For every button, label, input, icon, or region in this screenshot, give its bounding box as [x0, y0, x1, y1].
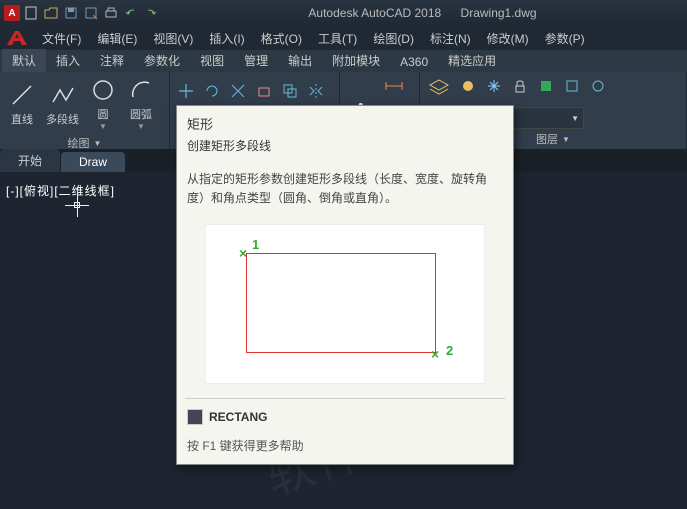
layer-iso-icon[interactable] [586, 74, 610, 98]
autocad-logo-icon[interactable] [4, 27, 34, 49]
filename: Drawing1.dwg [461, 6, 537, 20]
menu-insert[interactable]: 插入(I) [201, 27, 252, 50]
ribbon-tabs: 默认 插入 注释 参数化 视图 管理 输出 附加模块 A360 精选应用 [0, 50, 687, 72]
tab-insert[interactable]: 插入 [46, 49, 90, 72]
menu-dim[interactable]: 标注(N) [422, 27, 479, 50]
menu-modify[interactable]: 修改(M) [479, 27, 537, 50]
qat-new-icon[interactable] [22, 4, 40, 22]
qat-save-icon[interactable] [62, 4, 80, 22]
qat-redo-icon[interactable] [142, 4, 160, 22]
corner2-label: 2 [446, 343, 453, 358]
dimension-icon[interactable] [382, 74, 406, 98]
copy-icon[interactable] [278, 79, 302, 103]
layers-icon [425, 75, 453, 103]
separator [185, 398, 505, 399]
tool-polyline[interactable]: 多段线 [42, 79, 83, 129]
layer-match-icon[interactable] [534, 74, 558, 98]
tool-circle-label: 圆 [98, 106, 109, 122]
menu-draw[interactable]: 绘图(D) [365, 27, 422, 50]
layer-prev-icon[interactable] [560, 74, 584, 98]
app-name: Autodesk AutoCAD 2018 [308, 6, 441, 20]
menu-view[interactable]: 视图(V) [145, 27, 201, 50]
tab-annotate[interactable]: 注释 [90, 49, 134, 72]
command-name: RECTANG [209, 410, 267, 424]
rectangle-tooltip: 矩形 创建矩形多段线 从指定的矩形参数创建矩形多段线（长度、宽度、旋转角度）和角… [176, 105, 514, 465]
chevron-down-icon: ▼ [94, 139, 102, 148]
rotate-icon[interactable] [200, 79, 224, 103]
tool-circle[interactable]: 圆 ▼ [85, 74, 121, 133]
erase-icon[interactable] [252, 79, 276, 103]
tooltip-preview: × 1 × 2 [177, 214, 513, 394]
tab-drawing1[interactable]: Draw [61, 152, 125, 172]
tab-manage[interactable]: 管理 [234, 49, 278, 72]
chevron-down-icon: ▼ [137, 122, 145, 131]
draw-panel: 直线 多段线 圆 ▼ 圆弧 ▼ 绘图 ▼ [0, 72, 170, 149]
menu-param[interactable]: 参数(P) [537, 27, 593, 50]
menu-format[interactable]: 格式(O) [253, 27, 310, 50]
qat-undo-icon[interactable] [122, 4, 140, 22]
chevron-down-icon: ▼ [571, 114, 579, 123]
viewport-controls[interactable]: [-][俯视][二维线框] [6, 182, 115, 199]
tab-addins[interactable]: 附加模块 [322, 49, 390, 72]
trim-icon[interactable] [226, 79, 250, 103]
command-icon [187, 409, 203, 425]
layer-lock-icon[interactable] [508, 74, 532, 98]
chevron-down-icon: ▼ [562, 135, 570, 144]
tab-parametric[interactable]: 参数化 [134, 49, 190, 72]
tab-featured[interactable]: 精选应用 [438, 49, 506, 72]
tab-default[interactable]: 默认 [2, 49, 46, 72]
corner-marker-icon: × [431, 346, 439, 362]
tooltip-description: 从指定的矩形参数创建矩形多段线（长度、宽度、旋转角度）和角点类型（圆角、倒角或直… [177, 164, 513, 214]
qat-saveas-icon[interactable] [82, 4, 100, 22]
polyline-icon [49, 81, 77, 109]
menu-file[interactable]: 文件(F) [34, 27, 89, 50]
tool-arc[interactable]: 圆弧 ▼ [123, 74, 159, 133]
tab-start[interactable]: 开始 [0, 149, 60, 172]
layer-freeze-icon[interactable] [482, 74, 506, 98]
tool-arc-label: 圆弧 [130, 106, 152, 122]
tooltip-subtitle: 创建矩形多段线 [177, 135, 513, 164]
layer-properties-button[interactable] [424, 74, 454, 104]
menu-bar: 文件(F) 编辑(E) 视图(V) 插入(I) 格式(O) 工具(T) 绘图(D… [0, 26, 687, 50]
app-menu-icon[interactable]: A [4, 5, 20, 21]
move-icon[interactable] [174, 79, 198, 103]
line-icon [8, 81, 36, 109]
tool-line[interactable]: 直线 [4, 79, 40, 129]
corner-marker-icon: × [239, 245, 247, 261]
arc-icon [127, 76, 155, 104]
help-hint: 按 F1 键获得更多帮助 [177, 431, 513, 464]
chevron-down-icon: ▼ [99, 122, 107, 131]
tab-output[interactable]: 输出 [278, 49, 322, 72]
circle-icon [89, 76, 117, 104]
tab-a360[interactable]: A360 [390, 52, 438, 72]
qat-print-icon[interactable] [102, 4, 120, 22]
menu-edit[interactable]: 编辑(E) [89, 27, 145, 50]
title-text: Autodesk AutoCAD 2018 Drawing1.dwg [162, 6, 683, 20]
layer-off-icon[interactable] [456, 74, 480, 98]
corner1-label: 1 [252, 237, 259, 252]
tooltip-title: 矩形 [177, 106, 513, 135]
menu-tools[interactable]: 工具(T) [310, 27, 365, 50]
tab-view[interactable]: 视图 [190, 49, 234, 72]
qat-open-icon[interactable] [42, 4, 60, 22]
tool-polyline-label: 多段线 [46, 111, 79, 127]
mirror-icon[interactable] [304, 79, 328, 103]
rectangle-preview [246, 253, 436, 353]
tool-line-label: 直线 [11, 111, 33, 127]
command-row: RECTANG [177, 403, 513, 431]
title-bar: A Autodesk AutoCAD 2018 Drawing1.dwg [0, 0, 687, 26]
